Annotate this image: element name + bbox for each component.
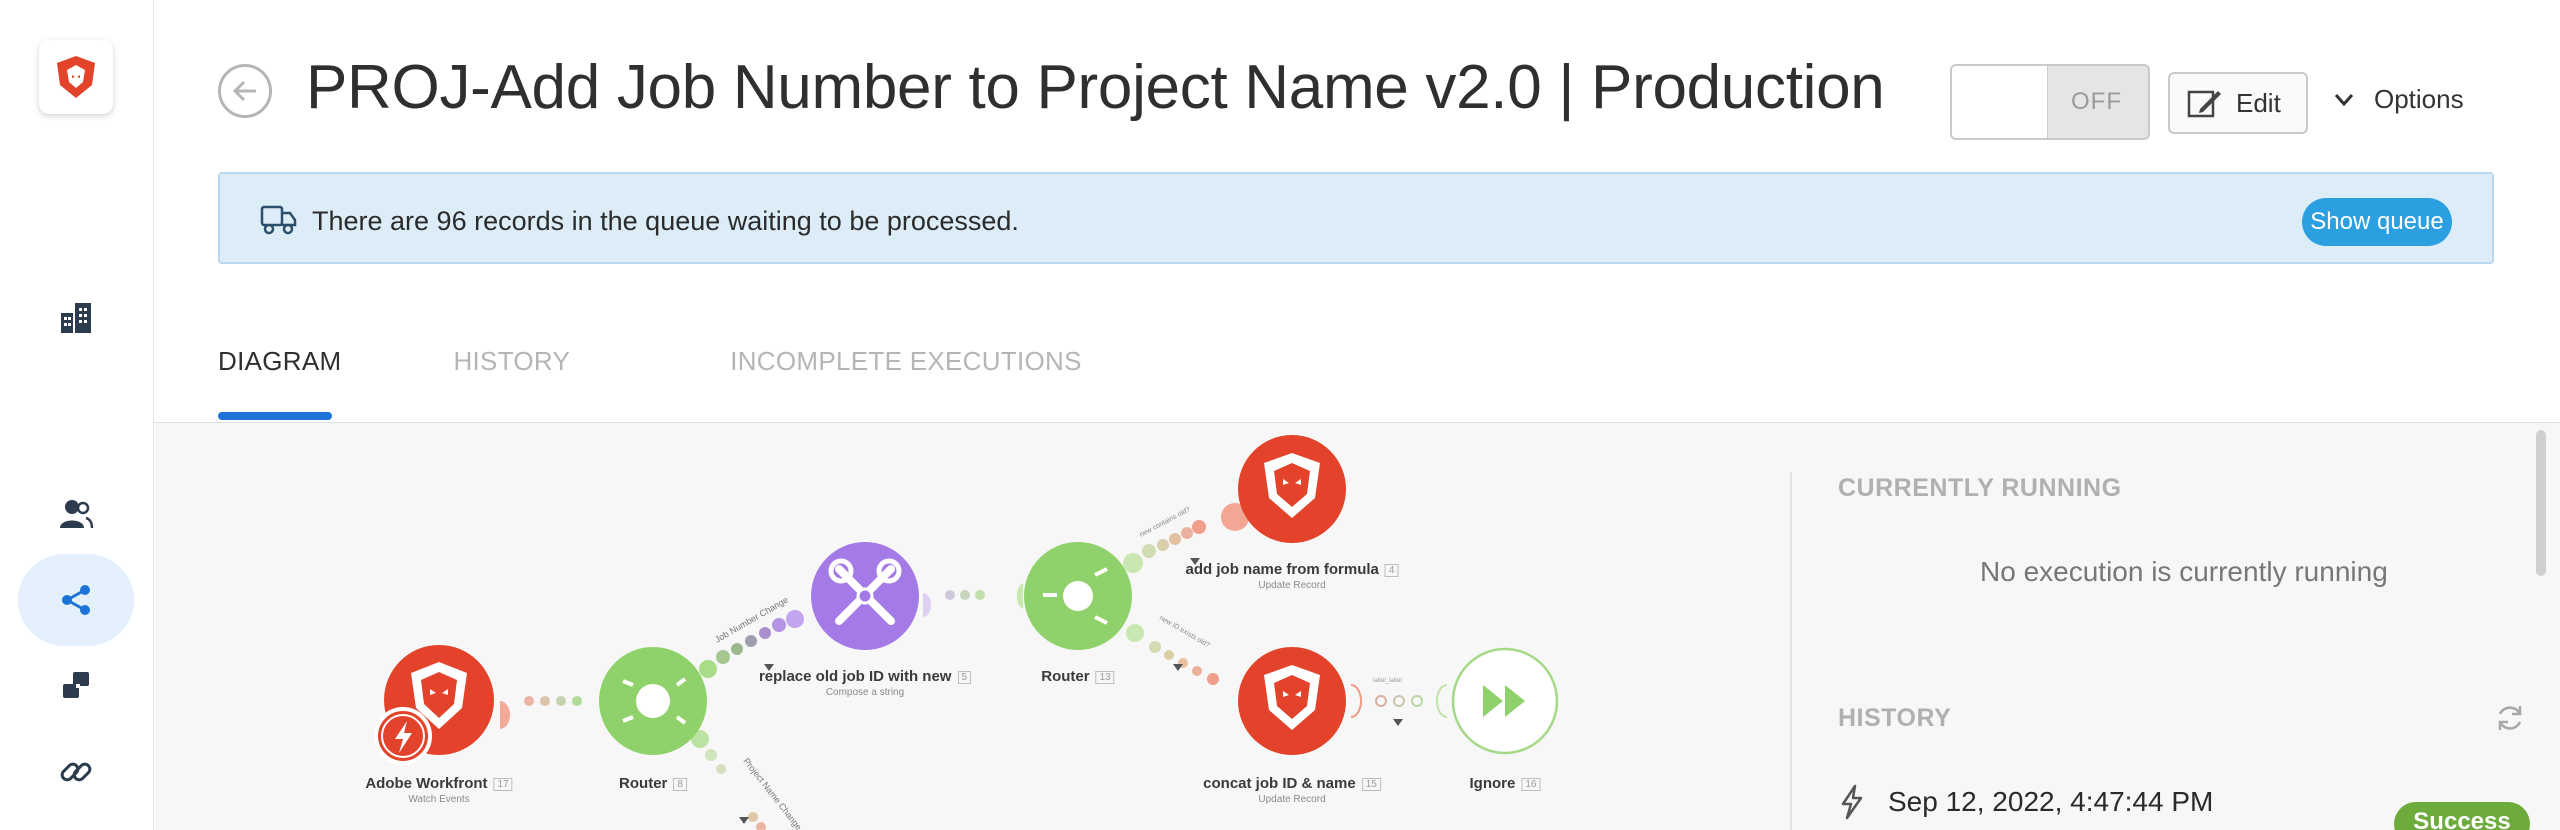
tab-bar: DIAGRAM HISTORY INCOMPLETE EXECUTIONS (218, 346, 1194, 420)
history-item-time[interactable]: Sep 12, 2022, 4:47:44 PM (1888, 786, 2213, 818)
buildings-icon (61, 303, 91, 333)
toggle-knob (1952, 66, 2048, 138)
connector-replace-router2 (923, 583, 1023, 617)
share-nodes-icon (62, 585, 90, 615)
node-ignore[interactable] (1451, 647, 1559, 755)
left-rail (0, 0, 154, 830)
rail-item-templates[interactable] (18, 640, 134, 732)
tab-diagram[interactable]: DIAGRAM (218, 346, 341, 420)
scenario-diagram[interactable]: Job Number Change Project Name Change ne… (155, 423, 1745, 830)
tab-history[interactable]: HISTORY (453, 346, 570, 377)
users-icon (60, 500, 94, 529)
lion-logo-icon (57, 56, 95, 98)
back-button[interactable] (218, 64, 272, 118)
filter-marker-icon (739, 817, 749, 824)
node-label: Ignore 16 (1470, 775, 1541, 792)
edit-pencil-icon (2187, 90, 2221, 118)
route-label-small: label_label (1373, 678, 1402, 684)
node-replace-job-id[interactable] (811, 542, 919, 650)
node-label: Router 13 (1041, 668, 1115, 685)
currently-running-heading: CURRENTLY RUNNING (1838, 474, 2122, 502)
node-label: Adobe Workfront 17 (365, 775, 513, 792)
node-label: Router 8 (619, 775, 687, 792)
truck-icon (260, 205, 297, 235)
node-adobe-workfront[interactable] (374, 645, 494, 765)
rail-item-organization[interactable] (18, 272, 134, 364)
connector-router-down (691, 730, 766, 830)
lightning-icon (1841, 784, 1863, 820)
refresh-icon (2498, 706, 2522, 730)
scenario-toggle[interactable]: OFF (1950, 64, 2150, 140)
route-label: new ID exists old? (1158, 615, 1211, 650)
status-badge: Success (2394, 802, 2530, 830)
connector-workfront-router (500, 689, 607, 729)
history-heading: HISTORY (1838, 704, 1952, 732)
toggle-label: OFF (2071, 88, 2122, 115)
node-sublabel: Compose a string (825, 687, 905, 698)
node-label: concat job ID & name 15 (1203, 775, 1381, 792)
options-menu[interactable]: Options (2334, 84, 2464, 115)
node-router-13[interactable] (1024, 542, 1132, 650)
panel-separator (1790, 472, 1792, 830)
rail-item-teams[interactable] (18, 468, 134, 560)
node-sublabel: Update Record (1258, 580, 1326, 591)
diagram-canvas: Job Number Change Project Name Change ne… (374, 435, 1559, 830)
node-label: add job name from formula 4 (1186, 561, 1399, 578)
connector-router2-concat (1126, 624, 1219, 685)
page-title: PROJ-Add Job Number to Project Name v2.0… (306, 53, 1885, 122)
no-execution-message: No execution is currently running (1980, 556, 2388, 587)
node-sublabel: Update Record (1258, 794, 1326, 805)
queue-message: There are 96 records in the queue waitin… (312, 206, 1019, 236)
connector-concat-ignore (1350, 684, 1448, 718)
panel-scrollbar[interactable] (2536, 430, 2546, 576)
link-icon (60, 762, 92, 782)
node-add-job-name[interactable] (1238, 435, 1346, 543)
node-concat-job-id[interactable] (1238, 647, 1346, 755)
node-sublabel: Watch Events (408, 794, 470, 805)
rail-item-scenarios[interactable] (18, 554, 134, 646)
queue-banner: There are 96 records in the queue waitin… (218, 172, 2494, 264)
options-label: Options (2374, 84, 2464, 114)
rail-item-connections[interactable] (18, 726, 134, 818)
filter-marker-icon (1393, 719, 1403, 726)
edit-button-label: Edit (2236, 87, 2281, 118)
tab-incomplete-executions[interactable]: INCOMPLETE EXECUTIONS (730, 346, 1082, 377)
node-label: replace old job ID with new 5 (759, 668, 972, 685)
refresh-button[interactable] (2494, 702, 2526, 739)
arrow-left-icon (232, 80, 256, 102)
puzzle-icon (63, 672, 89, 698)
app-logo[interactable] (39, 40, 113, 114)
chevron-down-icon (2334, 93, 2354, 106)
show-queue-button[interactable]: Show queue (2302, 198, 2452, 246)
node-router-8[interactable] (599, 647, 707, 755)
history-item-trigger (1838, 784, 1866, 825)
edit-button[interactable]: Edit (2168, 72, 2308, 134)
